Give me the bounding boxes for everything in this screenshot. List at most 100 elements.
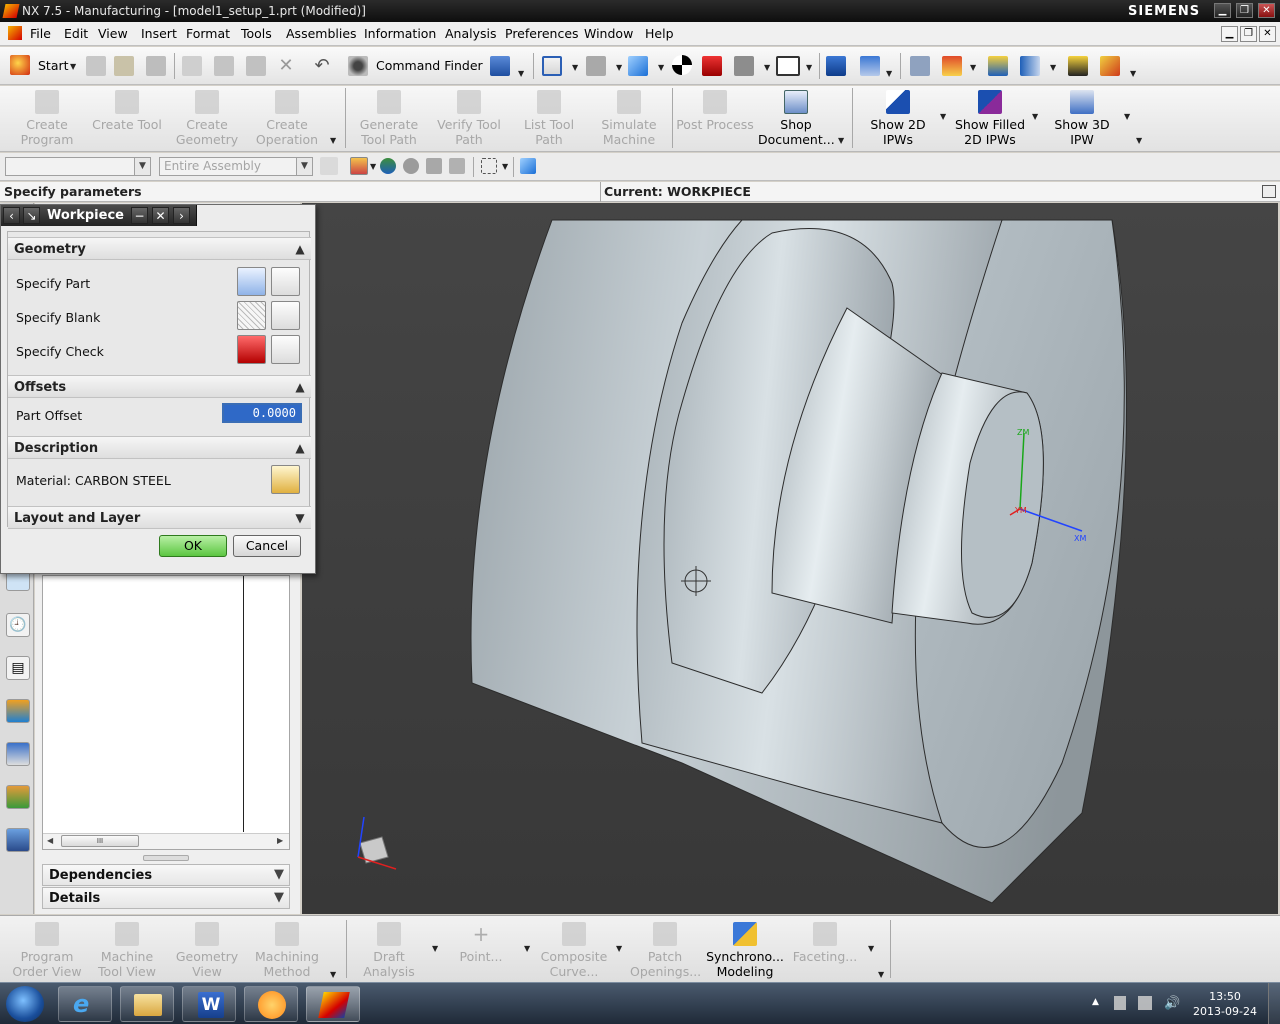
- zoom-icon[interactable]: [586, 56, 606, 76]
- selection-option-icon[interactable]: [320, 157, 338, 175]
- collapse-dialog-icon[interactable]: −: [131, 207, 148, 224]
- delete-icon[interactable]: ✕: [276, 56, 296, 76]
- dropdown-icon[interactable]: ▼: [502, 162, 508, 171]
- volume-icon[interactable]: 🔊: [1164, 996, 1180, 1011]
- snap-control-icon[interactable]: [426, 158, 442, 174]
- snap-end-icon[interactable]: [380, 158, 396, 174]
- menu-tools[interactable]: Tools: [241, 26, 272, 41]
- mdi-close-button[interactable]: ✕: [1259, 26, 1276, 42]
- menu-information[interactable]: Information: [364, 26, 436, 41]
- program-order-view-button[interactable]: Program Order View: [8, 920, 86, 979]
- snap-icon[interactable]: [988, 56, 1008, 76]
- scroll-left-icon[interactable]: ◀: [47, 836, 53, 845]
- display-blank-flashlight-icon[interactable]: [271, 301, 300, 330]
- dropdown-icon[interactable]: ▼: [524, 944, 530, 953]
- specify-part-button[interactable]: [237, 267, 266, 296]
- cut-icon[interactable]: [182, 56, 202, 76]
- snap-mid-icon[interactable]: [403, 158, 419, 174]
- mdi-minimize-button[interactable]: ▁: [1221, 26, 1238, 42]
- dropdown-icon[interactable]: ▼: [1050, 63, 1056, 72]
- part-offset-input[interactable]: 0.0000: [222, 403, 302, 423]
- specify-blank-button[interactable]: [237, 301, 266, 330]
- snap-intersect-icon[interactable]: [449, 158, 465, 174]
- start-button[interactable]: Start ▼: [8, 55, 82, 77]
- dropdown-icon[interactable]: ▼: [868, 944, 874, 953]
- taskbar-explorer[interactable]: [120, 986, 174, 1022]
- mdi-restore-button[interactable]: ❐: [1240, 26, 1257, 42]
- dependencies-section[interactable]: Dependencies ▼: [42, 864, 290, 886]
- material-wrench-icon[interactable]: [271, 465, 300, 494]
- menu-preferences[interactable]: Preferences: [505, 26, 579, 41]
- composite-curve-button[interactable]: Composite Curve...: [538, 920, 610, 979]
- analysis-icon[interactable]: [1020, 56, 1040, 76]
- chevron-left-icon[interactable]: ‹: [3, 207, 20, 224]
- horizontal-scrollbar[interactable]: ◀ III ▶: [43, 833, 289, 849]
- close-window-button[interactable]: ✕: [1258, 3, 1275, 18]
- patch-openings-button[interactable]: Patch Openings...: [630, 920, 701, 979]
- show-hidden-icons-icon[interactable]: ▲: [1092, 997, 1099, 1007]
- type-filter-combo[interactable]: ▼: [5, 157, 151, 176]
- taskbar-media-app[interactable]: [244, 986, 298, 1022]
- system-clock[interactable]: 13:50 2013-09-24: [1192, 989, 1258, 1019]
- dropdown-icon[interactable]: ▼: [572, 63, 578, 72]
- description-group-header[interactable]: Description ▲: [8, 436, 311, 459]
- scroll-right-icon[interactable]: ▶: [277, 836, 283, 845]
- details-section[interactable]: Details ▼: [42, 887, 290, 909]
- menu-assemblies[interactable]: Assemblies: [286, 26, 357, 41]
- ok-button[interactable]: OK: [159, 535, 227, 557]
- dropdown-icon[interactable]: ▼: [806, 63, 812, 72]
- display-check-flashlight-icon[interactable]: [271, 335, 300, 364]
- shading-icon[interactable]: [672, 55, 692, 75]
- show-2d-ipws-button[interactable]: Show 2D IPWs: [864, 88, 932, 147]
- fit-view-icon[interactable]: [542, 56, 562, 76]
- network-icon[interactable]: [1114, 996, 1126, 1010]
- dropdown-icon[interactable]: ▼: [1032, 112, 1038, 121]
- cancel-button[interactable]: Cancel: [233, 535, 301, 557]
- toolbar-options-icon[interactable]: ▼: [878, 970, 884, 979]
- view-cube-icon[interactable]: [520, 158, 536, 174]
- layer-settings-icon[interactable]: [910, 56, 930, 76]
- shop-documentation-button[interactable]: Shop Document...: [758, 88, 835, 147]
- selection-icon[interactable]: [490, 56, 510, 76]
- dropdown-icon[interactable]: ▼: [330, 970, 336, 979]
- navigator-tree[interactable]: ◀ III ▶: [42, 575, 290, 850]
- layout-layer-group-header[interactable]: Layout and Layer ▼: [8, 506, 311, 529]
- dropdown-icon[interactable]: ▼: [616, 63, 622, 72]
- specify-check-button[interactable]: [237, 335, 266, 364]
- menu-insert[interactable]: Insert: [141, 26, 177, 41]
- new-file-icon[interactable]: [86, 56, 106, 76]
- taskbar-internet-explorer[interactable]: e: [58, 986, 112, 1022]
- offsets-group-header[interactable]: Offsets ▲: [8, 375, 311, 398]
- show-desktop-button[interactable]: [1268, 983, 1280, 1024]
- post-process-button[interactable]: Post Process: [676, 88, 754, 132]
- menu-edit[interactable]: Edit: [64, 26, 88, 41]
- copy-icon[interactable]: [214, 56, 234, 76]
- machine-tool-navigator-icon[interactable]: [6, 742, 30, 766]
- draft-analysis-button[interactable]: Draft Analysis: [356, 920, 422, 979]
- status-bar-icon[interactable]: [1262, 185, 1276, 198]
- dropdown-icon[interactable]: ▼: [1130, 69, 1136, 78]
- menu-analysis[interactable]: Analysis: [445, 26, 497, 41]
- verify-tool-path-button[interactable]: Verify Tool Path: [432, 88, 506, 147]
- paste-icon[interactable]: [246, 56, 266, 76]
- windows-start-button[interactable]: [6, 986, 44, 1022]
- create-tool-button[interactable]: Create Tool: [90, 88, 164, 132]
- menu-window[interactable]: Window: [584, 26, 633, 41]
- undo-icon[interactable]: ↶: [312, 56, 332, 76]
- dropdown-icon[interactable]: ▼: [970, 63, 976, 72]
- dropdown-icon[interactable]: ▼: [432, 944, 438, 953]
- orient-view-icon[interactable]: [628, 56, 648, 76]
- move-object-icon[interactable]: [942, 56, 962, 76]
- menu-view[interactable]: View: [98, 26, 128, 41]
- machine-tool-view-button[interactable]: Machine Tool View: [92, 920, 162, 979]
- rectangle-select-icon[interactable]: [481, 158, 497, 174]
- dropdown-icon[interactable]: ▼: [616, 944, 622, 953]
- list-tool-path-button[interactable]: List Tool Path: [516, 88, 582, 147]
- dropdown-icon[interactable]: ▼: [886, 69, 892, 78]
- taskbar-word[interactable]: W: [182, 986, 236, 1022]
- geometry-group-header[interactable]: Geometry ▲: [8, 237, 311, 260]
- action-center-icon[interactable]: [1138, 996, 1152, 1010]
- app-menu-icon[interactable]: [8, 26, 22, 40]
- dropdown-icon[interactable]: ▼: [940, 112, 946, 121]
- create-operation-button[interactable]: Create Operation: [252, 88, 322, 147]
